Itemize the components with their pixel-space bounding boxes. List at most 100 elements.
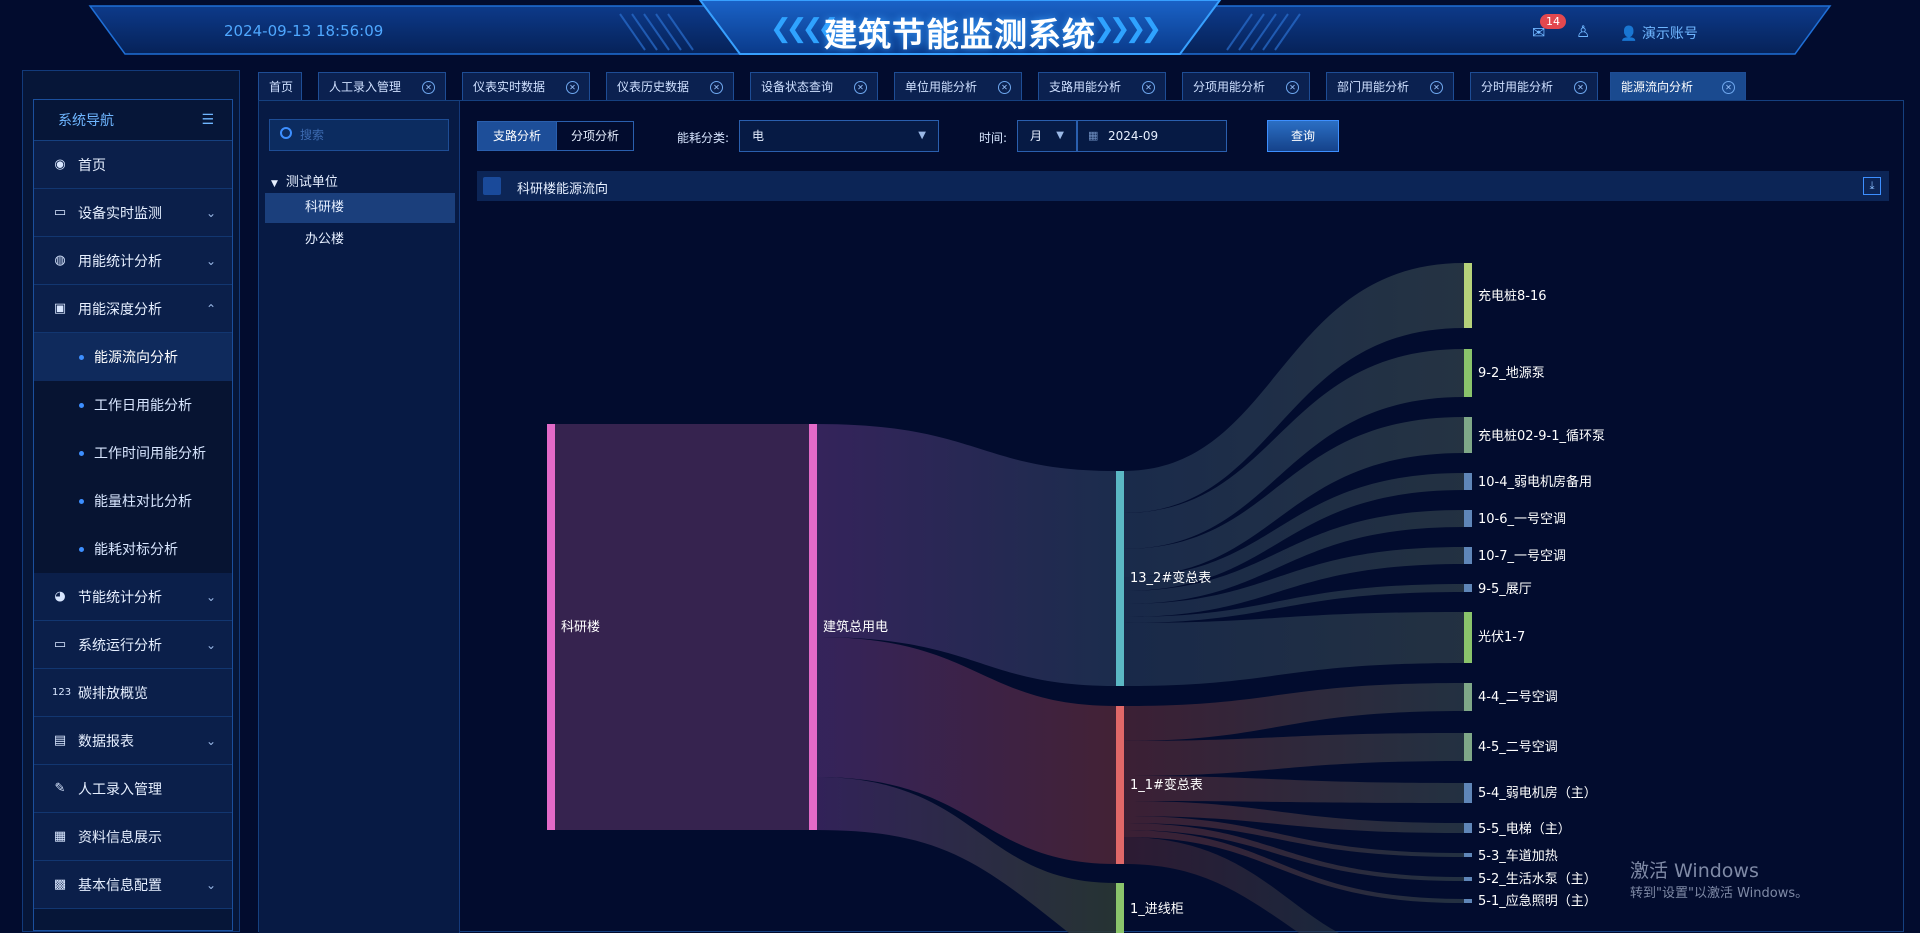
sankey-label-5-4: 5-4_弱电机房（主） <box>1478 785 1597 801</box>
close-icon[interactable]: ✕ <box>998 81 1011 94</box>
monitor-icon: ▭ <box>53 637 67 652</box>
account-menu[interactable]: 👤 演示账号 <box>1620 23 1698 43</box>
tab-label: 仪表历史数据 <box>617 80 690 94</box>
sidebar-item-deep-analysis[interactable]: ▣ 用能深度分析 ⌃ <box>34 285 232 333</box>
tab-label: 人工录入管理 <box>329 80 402 94</box>
counter-icon: 123 <box>52 687 72 698</box>
sidebar-item-documents[interactable]: ▦ 资料信息展示 <box>34 813 232 861</box>
sidebar-subitem-worktime[interactable]: 工作时间用能分析 <box>34 429 232 477</box>
sankey-label-charger02: 充电桩02-9-1_循环泵 <box>1478 428 1605 444</box>
close-icon[interactable]: ✕ <box>854 81 867 94</box>
close-icon[interactable]: ✕ <box>422 81 435 94</box>
chevron-down-icon: ⌄ <box>205 253 216 268</box>
chart-icon: ◍ <box>54 253 66 268</box>
sankey-node-5-1[interactable] <box>1464 899 1472 903</box>
report-icon: ▤ <box>53 733 67 748</box>
tab-energy-flow[interactable]: 能源流向分析 ✕ <box>1610 72 1746 100</box>
sidebar-item-label: 碳排放概览 <box>78 685 148 702</box>
tab-item-energy[interactable]: 分项用能分析 ✕ <box>1182 72 1310 100</box>
tab-label: 能源流向分析 <box>1621 80 1694 94</box>
sankey-node-charger8[interactable] <box>1464 263 1472 328</box>
sankey-node-5-4[interactable] <box>1464 783 1472 803</box>
sidebar-subitem-workday[interactable]: 工作日用能分析 <box>34 381 232 429</box>
sankey-node-10-7[interactable] <box>1464 547 1472 564</box>
sidebar-subitem-energy-flow[interactable]: 能源流向分析 <box>34 333 232 381</box>
sidebar-subitem-label: 能耗对标分析 <box>94 542 178 558</box>
tab-meter-realtime[interactable]: 仪表实时数据 ✕ <box>462 72 590 100</box>
tab-meter-history[interactable]: 仪表历史数据 ✕ <box>606 72 734 100</box>
tree-node-research-building[interactable]: 科研楼 <box>265 193 455 223</box>
sidebar-item-energy-stats[interactable]: ◍ 用能统计分析 ⌄ <box>34 237 232 285</box>
close-icon[interactable]: ✕ <box>1142 81 1155 94</box>
sidebar-item-manual-entry[interactable]: ✎ 人工录入管理 <box>34 765 232 813</box>
tab-unit-energy[interactable]: 单位用能分析 ✕ <box>894 72 1022 100</box>
sankey-node-5-2[interactable] <box>1464 877 1472 881</box>
sankey-node-total[interactable] <box>809 424 817 830</box>
sankey-label-research: 科研楼 <box>561 620 600 635</box>
sankey-node-charger02[interactable] <box>1464 417 1472 453</box>
sidebar-item-label: 系统运行分析 <box>78 637 162 654</box>
sankey-label-pump: 9-2_地源泵 <box>1478 366 1545 381</box>
sidebar-item-config[interactable]: ▩ 基本信息配置 ⌄ <box>34 861 232 909</box>
sidebar-nav: 系统导航 ☰ ◉ 首页 ▭ 设备实时监测 ⌄ ◍ 用能统计分析 ⌄ ▣ 用能深度分析 ⌃ 能源… <box>33 99 233 931</box>
search-input[interactable]: 搜索 <box>269 119 449 151</box>
sankey-label-charger8: 充电桩8-16 <box>1478 288 1547 304</box>
sankey-node-incoming[interactable] <box>1116 883 1124 933</box>
sankey-label-5-2: 5-2_生活水泵（主） <box>1478 872 1597 887</box>
tab-timeshare-energy[interactable]: 分时用能分析 ✕ <box>1470 72 1598 100</box>
sidebar-subitem-benchmark[interactable]: 能耗对标分析 <box>34 525 232 573</box>
close-icon[interactable]: ✕ <box>710 81 723 94</box>
sidebar-item-label: 设备实时监测 <box>78 205 162 222</box>
sankey-node-pump[interactable] <box>1464 349 1472 397</box>
sankey-node-research[interactable] <box>547 424 555 830</box>
tab-branch-energy[interactable]: 支路用能分析 ✕ <box>1038 72 1166 100</box>
close-icon[interactable]: ✕ <box>1722 81 1735 94</box>
edit-icon: ✎ <box>54 781 66 796</box>
sankey-label-5-1: 5-1_应急照明（主） <box>1478 893 1597 909</box>
sidebar-item-system-run[interactable]: ▭ 系统运行分析 ⌄ <box>34 621 232 669</box>
sankey-node-pv[interactable] <box>1464 612 1472 663</box>
sankey-node-4-4[interactable] <box>1464 683 1472 711</box>
tab-home[interactable]: 首页 <box>258 72 302 100</box>
sankey-node-4-5[interactable] <box>1464 733 1472 761</box>
sidebar-title: 系统导航 <box>58 113 114 129</box>
monitor-icon: ▭ <box>53 205 67 220</box>
close-icon[interactable]: ✕ <box>566 81 579 94</box>
sankey-node-10-4[interactable] <box>1464 473 1472 490</box>
bullet-dot <box>79 354 84 360</box>
tree-root-node[interactable]: ▼ 测试单位 <box>271 171 338 190</box>
sidebar-item-label: 用能统计分析 <box>78 253 162 270</box>
sidebar-item-reports[interactable]: ▤ 数据报表 ⌄ <box>34 717 232 765</box>
windows-activation-watermark: 激活 Windows <box>1630 860 1759 882</box>
tab-dept-energy[interactable]: 部门用能分析 ✕ <box>1326 72 1454 100</box>
sidebar-item-home[interactable]: ◉ 首页 <box>34 141 232 189</box>
tab-label: 支路用能分析 <box>1049 80 1122 94</box>
sidebar-item-device-monitor[interactable]: ▭ 设备实时监测 ⌄ <box>34 189 232 237</box>
close-icon[interactable]: ✕ <box>1430 81 1443 94</box>
sankey-node-10-6[interactable] <box>1464 510 1472 527</box>
sankey-node-9-5[interactable] <box>1464 584 1472 592</box>
close-icon[interactable]: ✕ <box>1286 81 1299 94</box>
sidebar-subitem-bar-compare[interactable]: 能量柱对比分析 <box>34 477 232 525</box>
shirt-icon[interactable]: ♙ <box>1576 22 1590 41</box>
tab-manual-entry[interactable]: 人工录入管理 ✕ <box>318 72 446 100</box>
tab-device-status[interactable]: 设备状态查询 ✕ <box>750 72 878 100</box>
sankey-node-5-5[interactable] <box>1464 823 1472 833</box>
caret-down-icon: ▼ <box>271 179 278 189</box>
search-icon <box>280 127 292 139</box>
sidebar-item-saving-stats[interactable]: ◕ 节能统计分析 ⌄ <box>34 573 232 621</box>
collapse-menu-icon[interactable]: ☰ <box>201 112 214 128</box>
windows-activation-hint: 转到"设置"以激活 Windows。 <box>1630 886 1809 901</box>
sidebar-subitem-label: 能量柱对比分析 <box>94 494 192 510</box>
message-count-badge: 14 <box>1540 14 1566 29</box>
tab-label: 首页 <box>269 80 294 94</box>
sidebar-item-label: 基本信息配置 <box>78 877 162 894</box>
user-icon: 👤 <box>1620 26 1638 42</box>
chevron-down-icon: ⌄ <box>205 733 216 748</box>
sankey-node-5-3[interactable] <box>1464 853 1472 857</box>
sankey-node-13-2[interactable] <box>1116 471 1124 686</box>
tree-node-office-building[interactable]: 办公楼 <box>265 225 455 255</box>
sankey-node-1-1[interactable] <box>1116 706 1124 864</box>
sidebar-item-carbon[interactable]: 123 碳排放概览 <box>34 669 232 717</box>
close-icon[interactable]: ✕ <box>1574 81 1587 94</box>
